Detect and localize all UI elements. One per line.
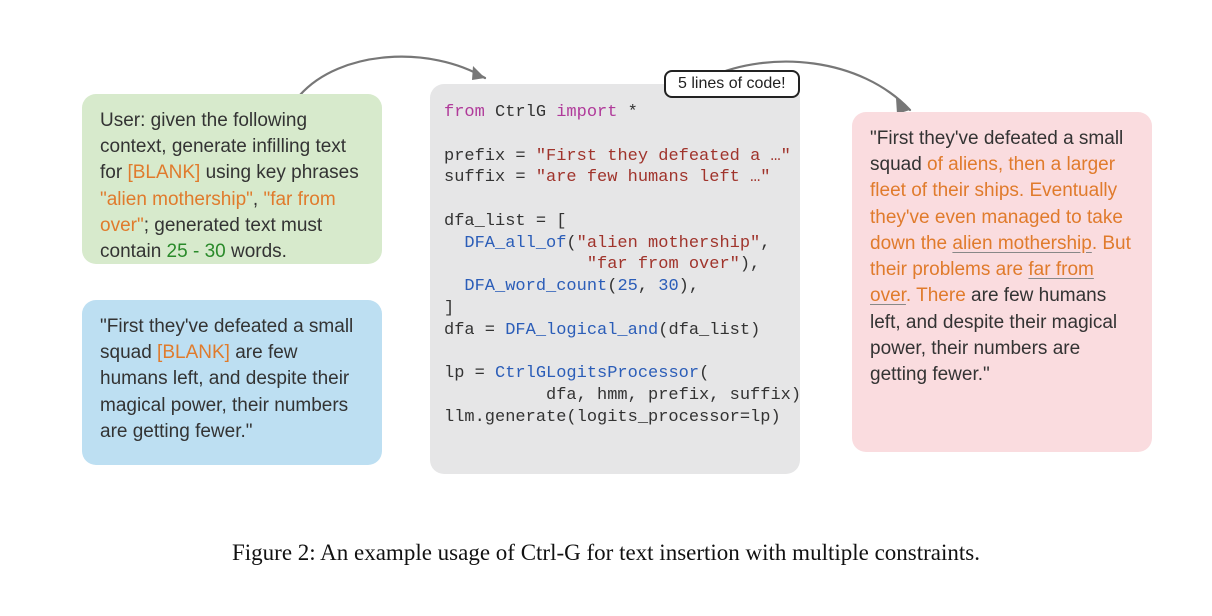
- badge-text: 5 lines of code!: [678, 75, 786, 92]
- blank-token: [BLANK]: [127, 162, 200, 183]
- figure-container: User: given the following context, gener…: [40, 20, 1172, 540]
- num-25: 25: [617, 277, 637, 296]
- suffix-assign: suffix =: [444, 168, 536, 187]
- keyphrase-1: "alien mothership": [100, 189, 253, 210]
- output-panel: "First they've defeated a small squad of…: [852, 112, 1152, 452]
- paren-open-1: (: [566, 234, 576, 253]
- suffix-str: "are few humans left …": [536, 168, 771, 187]
- paren-close-1: ),: [740, 255, 760, 274]
- fn-word-count: DFA_word_count: [444, 277, 607, 296]
- context-panel: "First they've defeated a small squad [B…: [82, 300, 382, 465]
- str-kp2: "far from over": [587, 255, 740, 274]
- dfa-args: (dfa_list): [658, 321, 760, 340]
- fn-all-of: DFA_all_of: [444, 234, 566, 253]
- comma-2: ,: [638, 277, 658, 296]
- comma-1: ,: [760, 234, 770, 253]
- paren-close-2: ),: [679, 277, 699, 296]
- prefix-assign: prefix =: [444, 147, 536, 166]
- fn-logits-proc: CtrlGLogitsProcessor: [495, 364, 699, 383]
- code-panel: from CtrlG import * prefix = "First they…: [430, 84, 800, 474]
- figure-caption: Figure 2: An example usage of Ctrl-G for…: [0, 540, 1212, 566]
- llm-generate: llm.generate(logits_processor=lp): [444, 408, 781, 427]
- out-gen-3: . There: [906, 285, 966, 306]
- kw-from: from: [444, 103, 485, 122]
- prompt-text-4: words.: [226, 241, 287, 262]
- context-blank: [BLANK]: [157, 342, 230, 363]
- lines-of-code-badge: 5 lines of code!: [664, 70, 800, 98]
- mod-name: CtrlG: [485, 103, 556, 122]
- lp-assign: lp =: [444, 364, 495, 383]
- num-30: 30: [658, 277, 678, 296]
- prefix-str: "First they defeated a …": [536, 147, 791, 166]
- paren-open-2: (: [607, 277, 617, 296]
- dfa-assign: dfa =: [444, 321, 505, 340]
- user-label: User:: [100, 110, 145, 131]
- dfa-list-close: ]: [444, 299, 454, 318]
- comma: ,: [253, 189, 264, 210]
- pad: [444, 255, 587, 274]
- prompt-text-2: using key phrases: [200, 162, 358, 183]
- dfa-list-open: dfa_list = [: [444, 212, 566, 231]
- fn-logical-and: DFA_logical_and: [505, 321, 658, 340]
- user-prompt-panel: User: given the following context, gener…: [82, 94, 382, 264]
- str-kp1: "alien mothership": [577, 234, 761, 253]
- paren-open-3: (: [699, 364, 709, 383]
- kw-import: import: [556, 103, 617, 122]
- lp-args: dfa, hmm, prefix, suffix): [444, 386, 801, 405]
- word-count: 25 - 30: [167, 241, 226, 262]
- out-kp1: alien mothership: [952, 233, 1091, 254]
- import-star: *: [617, 103, 637, 122]
